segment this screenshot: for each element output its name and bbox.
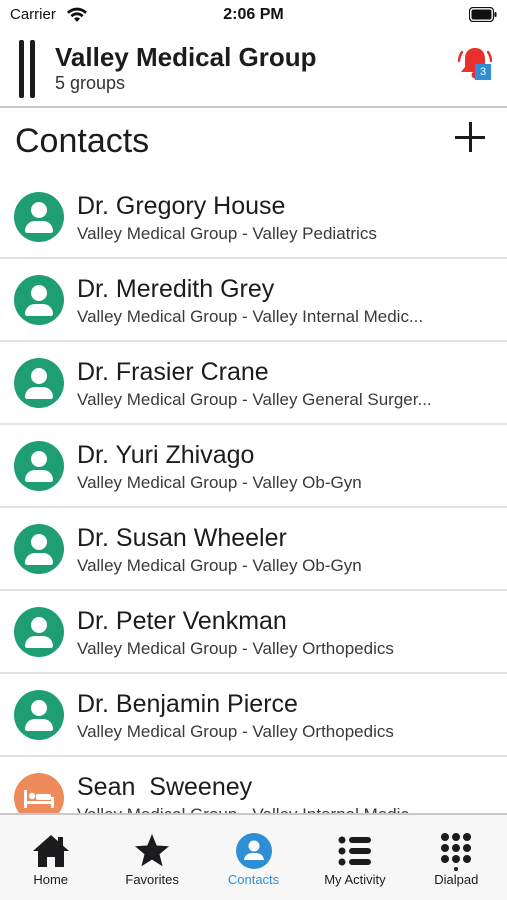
star-icon xyxy=(135,834,170,867)
person-icon xyxy=(14,607,64,657)
battery-icon xyxy=(469,7,497,22)
contact-row[interactable]: Dr. Frasier Crane Valley Medical Group -… xyxy=(0,342,507,425)
tab-my-activity[interactable]: My Activity xyxy=(304,815,405,900)
menu-handle-icon[interactable] xyxy=(19,40,37,98)
organization-title[interactable]: Valley Medical Group xyxy=(55,42,317,73)
contact-group: Valley Medical Group - Valley Ob-Gyn xyxy=(77,473,362,492)
contact-name: Dr. Meredith Grey xyxy=(77,275,275,303)
dialpad-icon xyxy=(441,833,472,871)
person-icon xyxy=(14,358,64,408)
page-title: Contacts xyxy=(15,122,150,160)
contact-group: Valley Medical Group - Valley Internal M… xyxy=(77,805,409,813)
tab-label: Dialpad xyxy=(434,872,479,887)
tab-label: Contacts xyxy=(227,872,280,887)
tab-bar: Home Favorites Contacts My Activity Dial… xyxy=(0,813,507,900)
contact-row[interactable]: Dr. Gregory House Valley Medical Group -… xyxy=(0,176,507,259)
contact-row[interactable]: Dr. Meredith Grey Valley Medical Group -… xyxy=(0,259,507,342)
patient-bed-icon xyxy=(14,773,64,813)
contact-group: Valley Medical Group - Valley Internal M… xyxy=(77,307,424,326)
tab-label: Home xyxy=(33,872,69,887)
contact-group: Valley Medical Group - Valley Orthopedic… xyxy=(77,722,394,741)
list-icon xyxy=(338,836,371,866)
contact-group: Valley Medical Group - Valley Ob-Gyn xyxy=(77,556,362,575)
contact-row[interactable]: Dr. Susan Wheeler Valley Medical Group -… xyxy=(0,508,507,591)
tab-label: My Activity xyxy=(324,872,386,887)
contact-group: Valley Medical Group - Valley Orthopedic… xyxy=(77,639,394,658)
contact-name: Dr. Gregory House xyxy=(77,192,286,220)
contact-name: Dr. Yuri Zhivago xyxy=(77,441,255,469)
tab-home[interactable]: Home xyxy=(0,815,101,900)
groups-count: 5 groups xyxy=(55,73,126,93)
contact-name: Dr. Peter Venkman xyxy=(77,607,287,635)
tab-contacts[interactable]: Contacts xyxy=(203,815,304,900)
person-icon xyxy=(14,192,64,242)
contact-row[interactable]: Sean Sweeney Valley Medical Group - Vall… xyxy=(0,757,507,813)
tab-label: Favorites xyxy=(125,872,179,887)
app-header: Valley Medical Group 5 groups 3 xyxy=(0,30,507,108)
status-time: 2:06 PM xyxy=(223,6,284,23)
person-icon xyxy=(14,441,64,491)
person-icon xyxy=(14,275,64,325)
notification-badge: 3 xyxy=(475,64,491,80)
home-icon xyxy=(32,835,69,867)
tab-favorites[interactable]: Favorites xyxy=(101,815,202,900)
contacts-screen: Carrier 2:06 PM Valley Medical Group 5 g… xyxy=(0,0,507,900)
contact-row[interactable]: Dr. Benjamin Pierce Valley Medical Group… xyxy=(0,674,507,757)
contact-group: Valley Medical Group - Valley General Su… xyxy=(77,390,432,409)
contact-group: Valley Medical Group - Valley Pediatrics xyxy=(77,224,377,243)
contact-row[interactable]: Dr. Peter Venkman Valley Medical Group -… xyxy=(0,591,507,674)
contact-name: Dr. Benjamin Pierce xyxy=(77,690,298,718)
person-icon xyxy=(14,524,64,574)
contacts-icon xyxy=(235,833,272,869)
contact-name: Sean Sweeney xyxy=(77,773,253,801)
status-bar: Carrier 2:06 PM xyxy=(0,0,507,30)
tab-dialpad[interactable]: Dialpad xyxy=(406,815,507,900)
contact-name: Dr. Susan Wheeler xyxy=(77,524,287,552)
person-icon xyxy=(14,690,64,740)
contact-list: Dr. Gregory House Valley Medical Group -… xyxy=(0,176,507,813)
contact-name: Dr. Frasier Crane xyxy=(77,358,269,386)
contact-row[interactable]: Dr. Yuri Zhivago Valley Medical Group - … xyxy=(0,425,507,508)
notifications-button[interactable]: 3 xyxy=(457,44,493,84)
add-contact-button[interactable] xyxy=(455,122,485,152)
